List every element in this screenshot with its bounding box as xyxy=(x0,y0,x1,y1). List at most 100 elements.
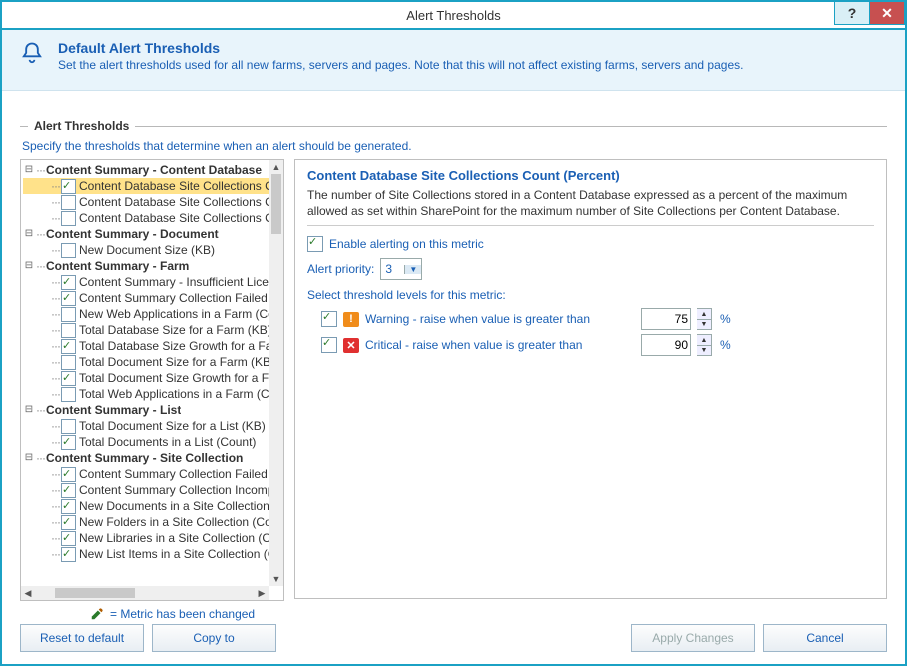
metric-checkbox[interactable] xyxy=(61,195,76,210)
titlebar: Alert Thresholds ? ✕ xyxy=(2,2,905,30)
button-bar: Reset to default Copy to Apply Changes C… xyxy=(20,624,887,652)
scroll-thumb[interactable] xyxy=(271,174,281,234)
metric-checkbox[interactable] xyxy=(61,499,76,514)
spin-down-icon[interactable]: ▼ xyxy=(697,346,711,356)
metric-checkbox[interactable] xyxy=(61,371,76,386)
scroll-up-icon[interactable]: ▲ xyxy=(269,160,283,174)
tree-item[interactable]: ···New Folders in a Site Collection (Cou xyxy=(23,514,269,530)
metric-tree[interactable]: ⊟···Content Summary - Content Database ·… xyxy=(20,159,284,601)
pencil-icon xyxy=(90,607,104,621)
collapse-icon[interactable]: ⊟ xyxy=(23,402,35,418)
metric-checkbox[interactable] xyxy=(61,243,76,258)
metric-checkbox[interactable] xyxy=(61,355,76,370)
metric-checkbox[interactable] xyxy=(61,419,76,434)
metric-checkbox[interactable] xyxy=(61,211,76,226)
warning-spinner[interactable]: ▲▼ xyxy=(697,308,712,330)
apply-changes-button[interactable]: Apply Changes xyxy=(631,624,755,652)
metric-checkbox[interactable] xyxy=(61,467,76,482)
metric-checkbox[interactable] xyxy=(61,275,76,290)
metric-checkbox[interactable] xyxy=(61,515,76,530)
critical-icon: ✕ xyxy=(343,338,359,353)
scroll-right-icon[interactable]: ▶ xyxy=(255,586,269,600)
tree-item-selected[interactable]: ···Content Database Site Collections C xyxy=(23,178,269,194)
collapse-icon[interactable]: ⊟ xyxy=(23,162,35,178)
tree-item[interactable]: ···Content Summary Collection Incomp xyxy=(23,482,269,498)
tree-item[interactable]: ···Content Database Site Collections Co xyxy=(23,194,269,210)
tree-item[interactable]: ···Content Database Site Collections C xyxy=(23,210,269,226)
collapse-icon[interactable]: ⊟ xyxy=(23,258,35,274)
metric-checkbox[interactable] xyxy=(61,483,76,498)
tree-category[interactable]: ⊟···Content Summary - Content Database xyxy=(23,162,269,178)
metric-checkbox[interactable] xyxy=(61,291,76,306)
copy-to-button[interactable]: Copy to xyxy=(152,624,276,652)
group-label: Alert Thresholds xyxy=(28,119,135,133)
cancel-button[interactable]: Cancel xyxy=(763,624,887,652)
warning-label: Warning - raise when value is greater th… xyxy=(365,312,635,326)
close-button[interactable]: ✕ xyxy=(869,2,905,25)
tree-item[interactable]: ···Total Database Size for a Farm (KB) xyxy=(23,322,269,338)
metric-checkbox[interactable] xyxy=(61,179,76,194)
warning-value-input[interactable] xyxy=(641,308,691,330)
threshold-levels-label: Select threshold levels for this metric: xyxy=(307,288,874,302)
tree-item[interactable]: ···Total Web Applications in a Farm (Co xyxy=(23,386,269,402)
alert-priority-label: Alert priority: xyxy=(307,262,374,276)
spin-down-icon[interactable]: ▼ xyxy=(697,320,711,330)
header-banner: Default Alert Thresholds Set the alert t… xyxy=(2,30,905,91)
tree-category[interactable]: ⊟···Content Summary - Site Collection xyxy=(23,450,269,466)
alert-priority-row: Alert priority: 3 ▼ xyxy=(307,258,874,280)
critical-spinner[interactable]: ▲▼ xyxy=(697,334,712,356)
scroll-down-icon[interactable]: ▼ xyxy=(269,572,283,586)
collapse-icon[interactable]: ⊟ xyxy=(23,450,35,466)
chevron-down-icon[interactable]: ▼ xyxy=(404,265,421,274)
metric-checkbox[interactable] xyxy=(61,531,76,546)
enable-alerting-row: Enable alerting on this metric xyxy=(307,236,874,252)
collapse-icon[interactable]: ⊟ xyxy=(23,226,35,242)
enable-alerting-checkbox[interactable] xyxy=(307,236,323,252)
spin-up-icon[interactable]: ▲ xyxy=(697,335,711,346)
critical-value-input[interactable] xyxy=(641,334,691,356)
scroll-thumb[interactable] xyxy=(55,588,135,598)
bell-icon xyxy=(18,40,46,68)
tree-item[interactable]: ···Total Document Size for a List (KB) xyxy=(23,418,269,434)
scroll-left-icon[interactable]: ◀ xyxy=(21,586,35,600)
unit-label: % xyxy=(720,312,731,326)
tree-item[interactable]: ···Content Summary Collection Failed xyxy=(23,466,269,482)
warning-threshold-row: ! Warning - raise when value is greater … xyxy=(321,308,874,330)
tree-item[interactable]: ···Total Database Size Growth for a Fa xyxy=(23,338,269,354)
window-title: Alert Thresholds xyxy=(2,8,905,23)
alert-priority-value: 3 xyxy=(381,262,404,276)
metric-checkbox[interactable] xyxy=(61,323,76,338)
vertical-scrollbar[interactable]: ▲ ▼ xyxy=(269,160,283,586)
tree-item[interactable]: ···Total Document Size for a Farm (KB) xyxy=(23,354,269,370)
critical-checkbox[interactable] xyxy=(321,337,337,353)
banner-description: Set the alert thresholds used for all ne… xyxy=(58,58,743,72)
content-area: Alert Thresholds Specify the thresholds … xyxy=(2,91,905,621)
tree-item[interactable]: ···New Documents in a Site Collection ( xyxy=(23,498,269,514)
metric-detail-panel: Content Database Site Collections Count … xyxy=(294,159,887,599)
warning-checkbox[interactable] xyxy=(321,311,337,327)
horizontal-scrollbar[interactable]: ◀ ▶ xyxy=(21,586,269,600)
dialog-window: Alert Thresholds ? ✕ Default Alert Thres… xyxy=(0,0,907,666)
tree-item[interactable]: ···Total Document Size Growth for a Fa xyxy=(23,370,269,386)
tree-item[interactable]: ···New List Items in a Site Collection (… xyxy=(23,546,269,562)
enable-alerting-label: Enable alerting on this metric xyxy=(329,237,484,251)
metric-checkbox[interactable] xyxy=(61,435,76,450)
spin-up-icon[interactable]: ▲ xyxy=(697,309,711,320)
tree-item[interactable]: ···Content Summary Collection Failed xyxy=(23,290,269,306)
metric-checkbox[interactable] xyxy=(61,547,76,562)
metric-checkbox[interactable] xyxy=(61,339,76,354)
tree-item[interactable]: ···New Document Size (KB) xyxy=(23,242,269,258)
reset-to-default-button[interactable]: Reset to default xyxy=(20,624,144,652)
metric-checkbox[interactable] xyxy=(61,307,76,322)
tree-category[interactable]: ⊟···Content Summary - Document xyxy=(23,226,269,242)
tree-category[interactable]: ⊟···Content Summary - Farm xyxy=(23,258,269,274)
help-button[interactable]: ? xyxy=(834,2,870,25)
tree-item[interactable]: ···Total Documents in a List (Count) xyxy=(23,434,269,450)
tree-category[interactable]: ⊟···Content Summary - List xyxy=(23,402,269,418)
tree-item[interactable]: ···Content Summary - Insufficient Licen xyxy=(23,274,269,290)
tree-item[interactable]: ···New Web Applications in a Farm (Co xyxy=(23,306,269,322)
group-instruction: Specify the thresholds that determine wh… xyxy=(22,139,887,153)
metric-checkbox[interactable] xyxy=(61,387,76,402)
tree-item[interactable]: ···New Libraries in a Site Collection (C… xyxy=(23,530,269,546)
alert-priority-select[interactable]: 3 ▼ xyxy=(380,258,422,280)
